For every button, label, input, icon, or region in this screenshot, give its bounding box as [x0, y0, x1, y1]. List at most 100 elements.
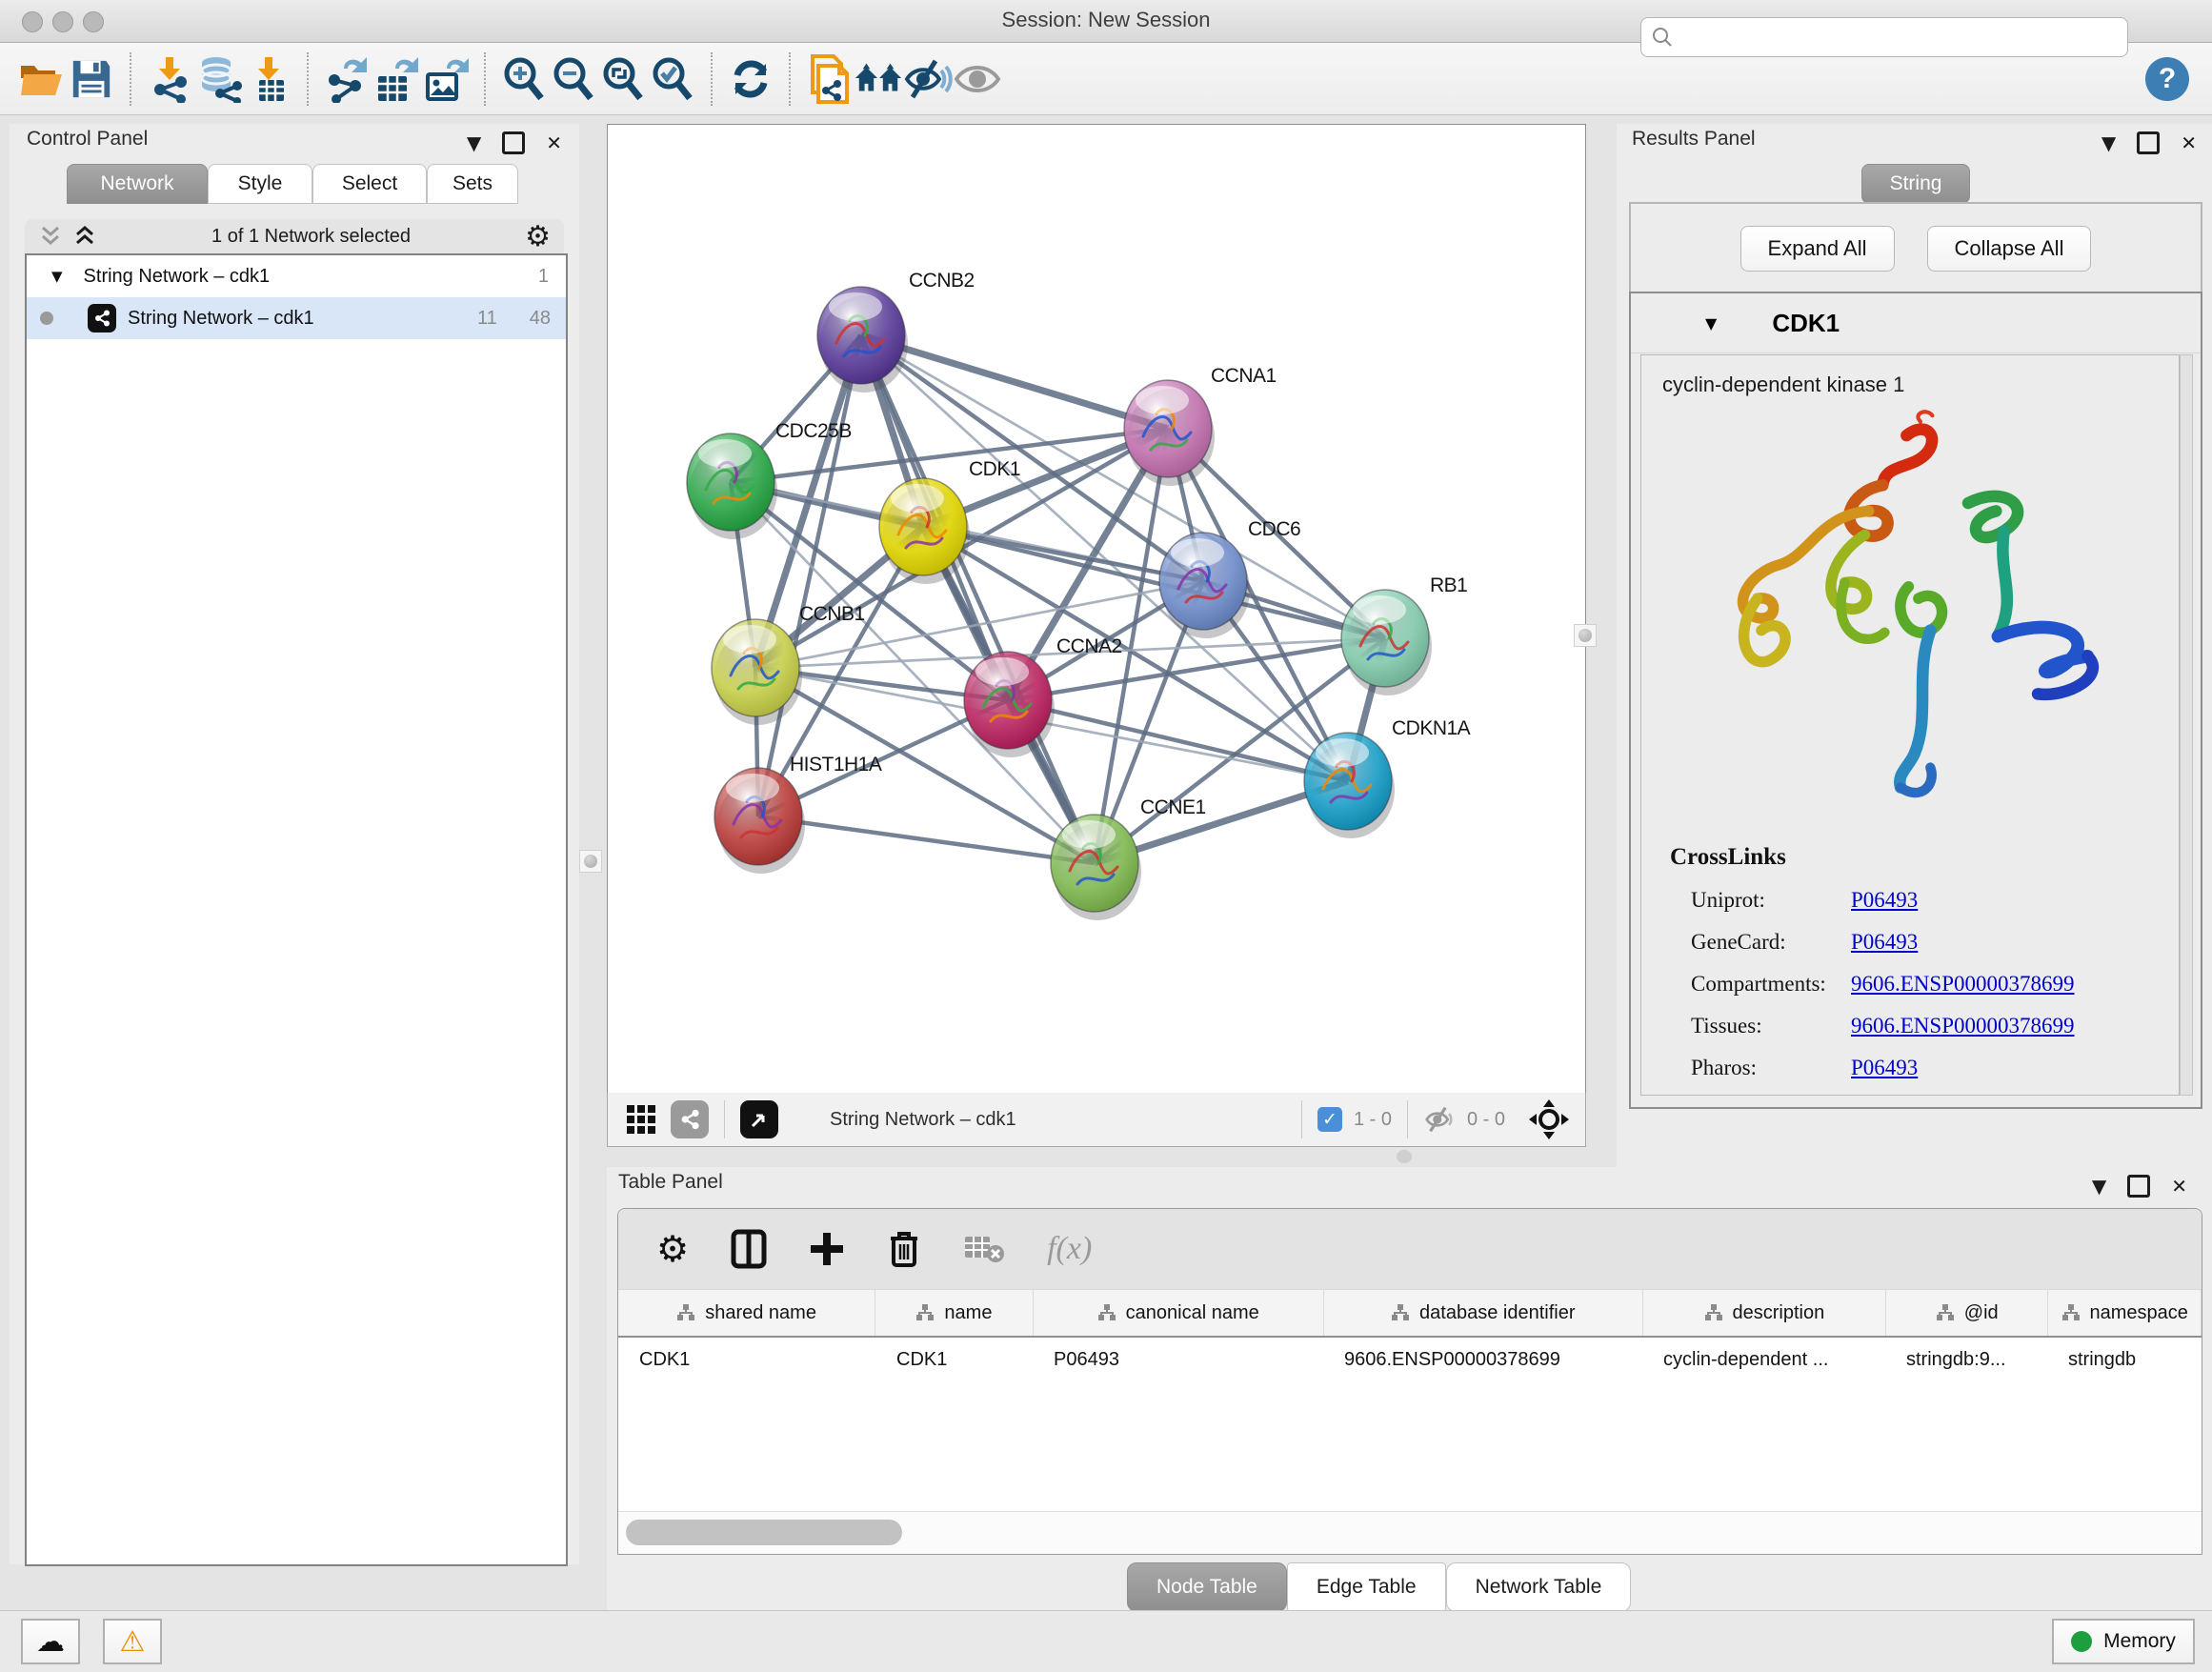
network-node-CCNA1[interactable]: CCNA1 [1124, 365, 1277, 486]
tab-network-table[interactable]: Network Table [1446, 1562, 1632, 1612]
network-edge[interactable] [758, 816, 1095, 863]
show-all-icon[interactable] [953, 54, 1002, 104]
delete-column-icon[interactable] [887, 1229, 921, 1269]
bottom-splitter-handle[interactable] [1397, 1150, 1412, 1163]
tab-network[interactable]: Network [67, 164, 208, 204]
zoom-out-icon[interactable] [549, 54, 598, 104]
collapse-all-button[interactable]: Collapse All [1927, 226, 2092, 272]
duplicate-network-icon[interactable] [804, 54, 854, 104]
control-panel-float-icon[interactable] [502, 131, 525, 154]
current-network-dot-icon [40, 312, 53, 325]
refresh-network-icon[interactable] [726, 54, 775, 104]
crosslink-link[interactable]: P06493 [1851, 888, 1918, 913]
results-panel-float-icon[interactable] [2137, 131, 2160, 154]
zoom-in-icon[interactable] [499, 54, 549, 104]
table-cell[interactable]: CDK1 [875, 1338, 1033, 1381]
left-splitter-handle[interactable] [579, 850, 602, 873]
tab-edge-table[interactable]: Edge Table [1287, 1562, 1446, 1612]
network-node-label: CDC25B [775, 420, 852, 442]
table-row[interactable]: CDK1CDK1P064939606.ENSP00000378699cyclin… [618, 1338, 2202, 1381]
table-cell[interactable]: cyclin-dependent ... [1642, 1338, 1885, 1381]
crosslink-link[interactable]: P06493 [1851, 930, 1918, 955]
search-input[interactable] [1674, 26, 2118, 50]
table-cell[interactable]: stringdb [2047, 1338, 2200, 1381]
network-node-CDK1[interactable]: CDK1 [879, 458, 1020, 584]
crosslink-link[interactable]: P06493 [1851, 1056, 1918, 1080]
collapse-all-chevron-icon[interactable] [38, 225, 63, 248]
export-table-icon[interactable] [372, 54, 421, 104]
save-session-icon[interactable] [67, 54, 116, 104]
column-header-namespace[interactable]: namespace [2048, 1290, 2202, 1336]
crosslink-link[interactable]: 9606.ENSP00000378699 [1851, 1014, 2075, 1038]
network-options-gear-icon[interactable]: ⚙ [525, 220, 551, 253]
column-header-database-identifier[interactable]: database identifier [1324, 1290, 1643, 1336]
delete-table-icon[interactable] [963, 1233, 1005, 1265]
network-tree-child-row[interactable]: String Network – cdk1 11 48 [27, 297, 566, 339]
network-edge[interactable] [861, 335, 1095, 863]
column-header-canonical-name[interactable]: canonical name [1034, 1290, 1324, 1336]
import-network-from-database-icon[interactable] [194, 54, 244, 104]
hide-selected-icon[interactable] [903, 54, 953, 104]
cloud-status-button[interactable]: ☁ [21, 1619, 80, 1664]
control-panel-close-icon[interactable]: ✕ [546, 133, 562, 152]
import-network-icon[interactable] [145, 54, 194, 104]
birds-eye-view-icon[interactable] [740, 1100, 778, 1138]
gene-expand-icon[interactable]: ▼ [1705, 314, 1717, 332]
crosslink-link[interactable]: 9606.ENSP00000378699 [1851, 972, 2075, 997]
table-cell[interactable]: P06493 [1033, 1338, 1323, 1381]
pan-crosshair-icon[interactable] [1528, 1098, 1570, 1140]
column-header-shared-name[interactable]: shared name [618, 1290, 875, 1336]
network-tree-root-row[interactable]: ▼ String Network – cdk1 1 [27, 255, 566, 297]
export-image-icon[interactable] [421, 54, 471, 104]
results-vertical-scrollbar[interactable] [2180, 354, 2193, 1096]
column-header--id[interactable]: @id [1886, 1290, 2048, 1336]
network-node-CCNB2[interactable]: CCNB2 [817, 270, 975, 393]
table-panel-close-icon[interactable]: ✕ [2171, 1177, 2187, 1196]
results-panel-menu-icon[interactable]: ▼ [2101, 133, 2116, 152]
table-cell[interactable]: stringdb:9... [1885, 1338, 2047, 1381]
zoom-selected-icon[interactable] [648, 54, 697, 104]
node-table-box: ⚙ f(x) shared namenamecanonical namedata… [617, 1208, 2202, 1555]
open-session-icon[interactable] [17, 54, 67, 104]
expand-all-button[interactable]: Expand All [1740, 226, 1895, 272]
table-panel-menu-icon[interactable]: ▼ [2092, 1177, 2106, 1196]
help-button[interactable]: ? [2145, 57, 2189, 101]
network-canvas[interactable]: CCNB2CCNA1CDC25BCDK1CDC6RB1CCNB1CCNA2CDK… [607, 124, 1586, 1095]
expand-all-chevron-icon[interactable] [72, 225, 97, 248]
column-header-description[interactable]: description [1643, 1290, 1886, 1336]
column-header-name[interactable]: name [875, 1290, 1034, 1336]
network-edge[interactable] [758, 335, 861, 816]
zoom-fit-icon[interactable] [598, 54, 648, 104]
tab-style[interactable]: Style [208, 164, 312, 204]
tab-string[interactable]: String [1861, 164, 1970, 204]
grid-view-icon[interactable] [625, 1103, 657, 1136]
table-settings-gear-icon[interactable]: ⚙ [656, 1228, 689, 1270]
gene-details-box: ▼ CDK1 cyclin-dependent kinase 1 [1629, 292, 2202, 1109]
first-neighbors-icon[interactable] [854, 54, 903, 104]
show-columns-icon[interactable] [731, 1229, 767, 1269]
network-node-CDKN1A[interactable]: CDKN1A [1304, 717, 1471, 838]
tab-select[interactable]: Select [312, 164, 427, 204]
network-node-RB1[interactable]: RB1 [1341, 574, 1467, 695]
add-column-icon[interactable] [809, 1231, 845, 1267]
control-panel-menu-icon[interactable]: ▼ [467, 133, 481, 152]
import-table-icon[interactable] [244, 54, 293, 104]
warnings-button[interactable]: ⚠ [103, 1619, 162, 1664]
column-type-icon [1936, 1303, 1955, 1322]
memory-button[interactable]: Memory [2052, 1619, 2195, 1664]
function-builder-icon[interactable]: f(x) [1047, 1231, 1092, 1267]
export-network-icon[interactable] [322, 54, 372, 104]
table-cell[interactable]: 9606.ENSP00000378699 [1323, 1338, 1642, 1381]
tree-expanded-icon[interactable]: ▼ [51, 268, 63, 285]
right-splitter-handle[interactable] [1574, 624, 1597, 647]
tab-node-table[interactable]: Node Table [1127, 1562, 1287, 1612]
node-count: 11 [477, 308, 497, 330]
network-node-HIST1H1A[interactable]: HIST1H1A [714, 754, 882, 874]
table-cell[interactable]: CDK1 [618, 1338, 875, 1381]
table-panel-float-icon[interactable] [2127, 1175, 2150, 1198]
selected-checkbox-icon[interactable]: ✓ [1317, 1107, 1342, 1132]
tab-sets[interactable]: Sets [427, 164, 518, 204]
results-panel-close-icon[interactable]: ✕ [2181, 133, 2197, 152]
network-share-view-icon[interactable] [671, 1100, 709, 1138]
table-hscroll-thumb[interactable] [626, 1520, 902, 1545]
